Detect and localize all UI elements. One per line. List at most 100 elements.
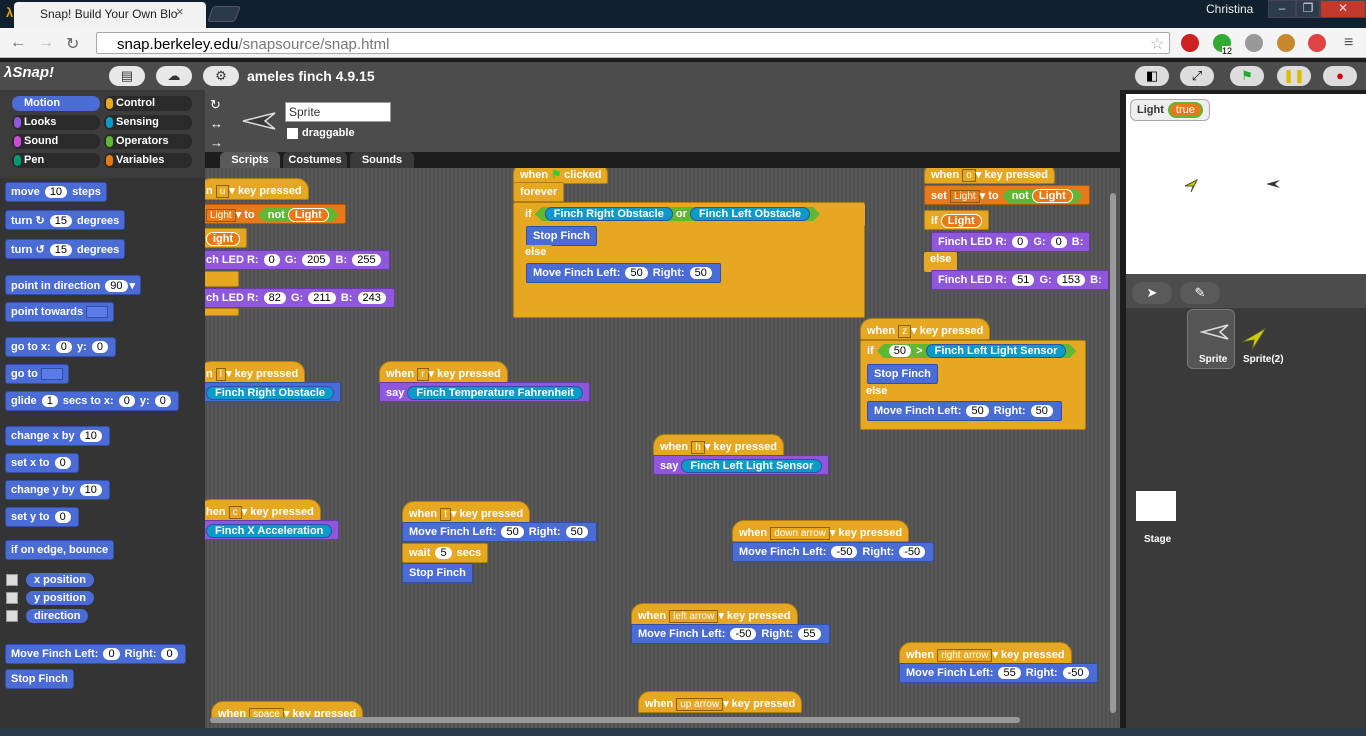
move-finch-block[interactable]: Move Finch Left: 50 Right: 50 <box>867 401 1062 421</box>
ext-chrome-icon[interactable] <box>1308 34 1326 52</box>
turn-ccw-block[interactable]: turn ↺ 15 degrees <box>5 239 126 259</box>
vertical-scrollbar[interactable] <box>1110 193 1116 713</box>
hat-block[interactable]: hen c ▾ key pressed <box>205 499 321 521</box>
variable-watcher[interactable]: Light true <box>1130 99 1210 121</box>
stage-thumbnail[interactable] <box>1136 491 1176 521</box>
address-bar[interactable]: snap.berkeley.edu/snapsource/snap.html <box>96 32 1170 54</box>
point-towards-block[interactable]: point towards <box>5 302 115 322</box>
scripting-area[interactable]: n u ▾ key pressed Light ▾ to not Light igh… <box>205 168 1120 736</box>
move-finch-block[interactable]: Move Finch Left: 55 Right: -50 <box>899 663 1098 683</box>
green-flag-icon[interactable]: ⚑ <box>1230 66 1264 86</box>
say-block[interactable]: say Finch Temperature Fahrenheit <box>379 382 590 402</box>
hat-block[interactable]: when h ▾ key pressed <box>653 434 784 456</box>
close-tab-icon[interactable]: × <box>176 4 184 19</box>
hat-block[interactable]: n u ▾ key pressed <box>205 178 309 200</box>
flip-icon[interactable]: ↔ <box>210 116 223 131</box>
bounce-block[interactable]: if on edge, bounce <box>5 540 115 560</box>
direction-checkbox[interactable] <box>6 610 18 622</box>
finch-led-block[interactable]: Finch LED R: 0 G: 0 B: <box>931 232 1091 252</box>
sprite-on-stage[interactable] <box>1264 178 1282 190</box>
hat-block[interactable]: when left arrow ▾ key pressed <box>631 603 798 625</box>
tab-costumes[interactable]: Costumes <box>283 152 347 168</box>
hat-block[interactable]: when up arrow ▾ key pressed <box>638 691 803 713</box>
bookmark-star-icon[interactable]: ☆ <box>1150 34 1164 54</box>
hat-block[interactable]: when down arrow ▾ key pressed <box>732 520 910 542</box>
restore-icon[interactable]: ❐ <box>1296 0 1320 18</box>
hat-block[interactable]: when r ▾ key pressed <box>379 361 508 383</box>
if-else-block[interactable]: if Finch Right Obstacle or Finch Left Ob… <box>519 204 865 226</box>
hat-block[interactable]: n l ▾ key pressed <box>205 361 306 383</box>
sensor-reporter[interactable]: Finch Right Obstacle <box>205 382 342 402</box>
tab-scripts[interactable]: Scripts <box>220 152 280 168</box>
move-finch-block[interactable]: Move Finch Left: 0 Right: 0 <box>5 644 186 664</box>
category-motion[interactable]: Motion <box>12 96 100 111</box>
finch-led-block[interactable]: Finch LED R: 51 G: 153 B: <box>931 270 1109 290</box>
back-icon[interactable]: ← <box>10 34 26 52</box>
forward-icon[interactable]: → <box>38 34 54 52</box>
hat-block[interactable]: when z ▾ key pressed <box>860 318 991 340</box>
goto-xy-block[interactable]: go to x: 0 y: 0 <box>5 337 116 357</box>
category-operators[interactable]: Operators <box>104 134 192 149</box>
stop-finch-block[interactable]: Stop Finch <box>5 669 74 689</box>
menu-icon[interactable]: ≡ <box>1344 34 1353 52</box>
if-block[interactable]: if Light <box>924 210 989 230</box>
stop-finch-block[interactable]: Stop Finch <box>867 364 938 384</box>
pause-icon[interactable]: ❚❚ <box>1277 66 1311 86</box>
stop-finch-block[interactable]: Stop Finch <box>402 563 473 583</box>
set-x-block[interactable]: set x to 0 <box>5 453 79 473</box>
ext-quote-icon[interactable] <box>1245 34 1263 52</box>
hat-block[interactable]: when right arrow ▾ key pressed <box>899 642 1072 664</box>
sprite-name-field[interactable]: Sprite <box>285 102 391 122</box>
turn-cw-block[interactable]: turn ↻ 15 degrees <box>5 210 126 230</box>
horizontal-scrollbar[interactable] <box>210 717 1020 723</box>
sprite2-on-stage[interactable] <box>1183 178 1199 194</box>
stop-finch-block[interactable]: Stop Finch <box>526 226 597 246</box>
snap-logo[interactable]: λSnap! <box>4 64 54 81</box>
settings-icon[interactable]: ⚙ <box>203 66 239 86</box>
stage-size-icon[interactable]: ◧ <box>1135 66 1169 86</box>
wait-block[interactable]: wait 5 secs <box>402 543 489 563</box>
new-tab-button[interactable] <box>207 6 241 22</box>
stop-icon[interactable]: ● <box>1323 66 1357 86</box>
category-pen[interactable]: Pen <box>12 153 100 168</box>
category-looks[interactable]: Looks <box>12 115 100 130</box>
move-finch-block[interactable]: Move Finch Left: 50 Right: 50 <box>402 522 597 542</box>
turtle-icon[interactable]: ➤ <box>1132 282 1172 304</box>
say-block[interactable]: Finch X Acceleration <box>205 520 340 540</box>
ext-cookie-icon[interactable] <box>1277 34 1295 52</box>
finch-led-block[interactable]: ch LED R: 82 G: 211 B: 243 <box>205 288 395 308</box>
move-finch-block[interactable]: Move Finch Left: -50 Right: -50 <box>732 542 935 562</box>
ext-stop-icon[interactable] <box>1181 34 1199 52</box>
stage[interactable] <box>1126 94 1366 274</box>
move-steps-block[interactable]: move 10 steps <box>5 182 107 202</box>
change-y-block[interactable]: change y by 10 <box>5 480 110 500</box>
no-rotate-icon[interactable]: → <box>210 135 223 150</box>
direction-reporter[interactable]: direction <box>26 609 89 623</box>
change-x-block[interactable]: change x by 10 <box>5 426 110 446</box>
set-var-block[interactable]: set Light ▾ to not Light <box>924 185 1090 205</box>
category-sensing[interactable]: Sensing <box>104 115 192 130</box>
x-position-checkbox[interactable] <box>6 574 18 586</box>
rotate-icon[interactable]: ↻ <box>210 97 221 113</box>
window-close-icon[interactable]: ✕ <box>1320 0 1366 18</box>
tab-sounds[interactable]: Sounds <box>350 152 414 168</box>
fullscreen-icon[interactable]: ⤢ <box>1180 66 1214 86</box>
finch-led-block[interactable]: ch LED R: 0 G: 205 B: 255 <box>205 250 390 270</box>
y-position-checkbox[interactable] <box>6 592 18 604</box>
reload-icon[interactable]: ↻ <box>66 34 79 54</box>
category-sound[interactable]: Sound <box>12 134 100 149</box>
move-finch-block[interactable]: Move Finch Left: -50 Right: 55 <box>631 624 830 644</box>
goto-block[interactable]: go to <box>5 364 69 384</box>
category-variables[interactable]: Variables <box>104 153 192 168</box>
set-y-block[interactable]: set y to 0 <box>5 507 79 527</box>
y-position-reporter[interactable]: y position <box>26 591 94 605</box>
draggable-checkbox[interactable]: ✓ draggable <box>287 127 355 141</box>
if-block[interactable]: ight <box>205 228 248 248</box>
paintbrush-icon[interactable]: ✎ <box>1180 282 1220 304</box>
hat-block[interactable]: when o ▾ key pressed <box>924 168 1055 184</box>
forever-block[interactable]: forever <box>513 182 565 202</box>
glide-block[interactable]: glide 1 secs to x: 0 y: 0 <box>5 391 179 411</box>
sprite2-icon[interactable] <box>1240 326 1268 352</box>
profile-name[interactable]: Christina <box>1206 2 1253 16</box>
hat-block[interactable]: when t ▾ key pressed <box>402 501 531 523</box>
